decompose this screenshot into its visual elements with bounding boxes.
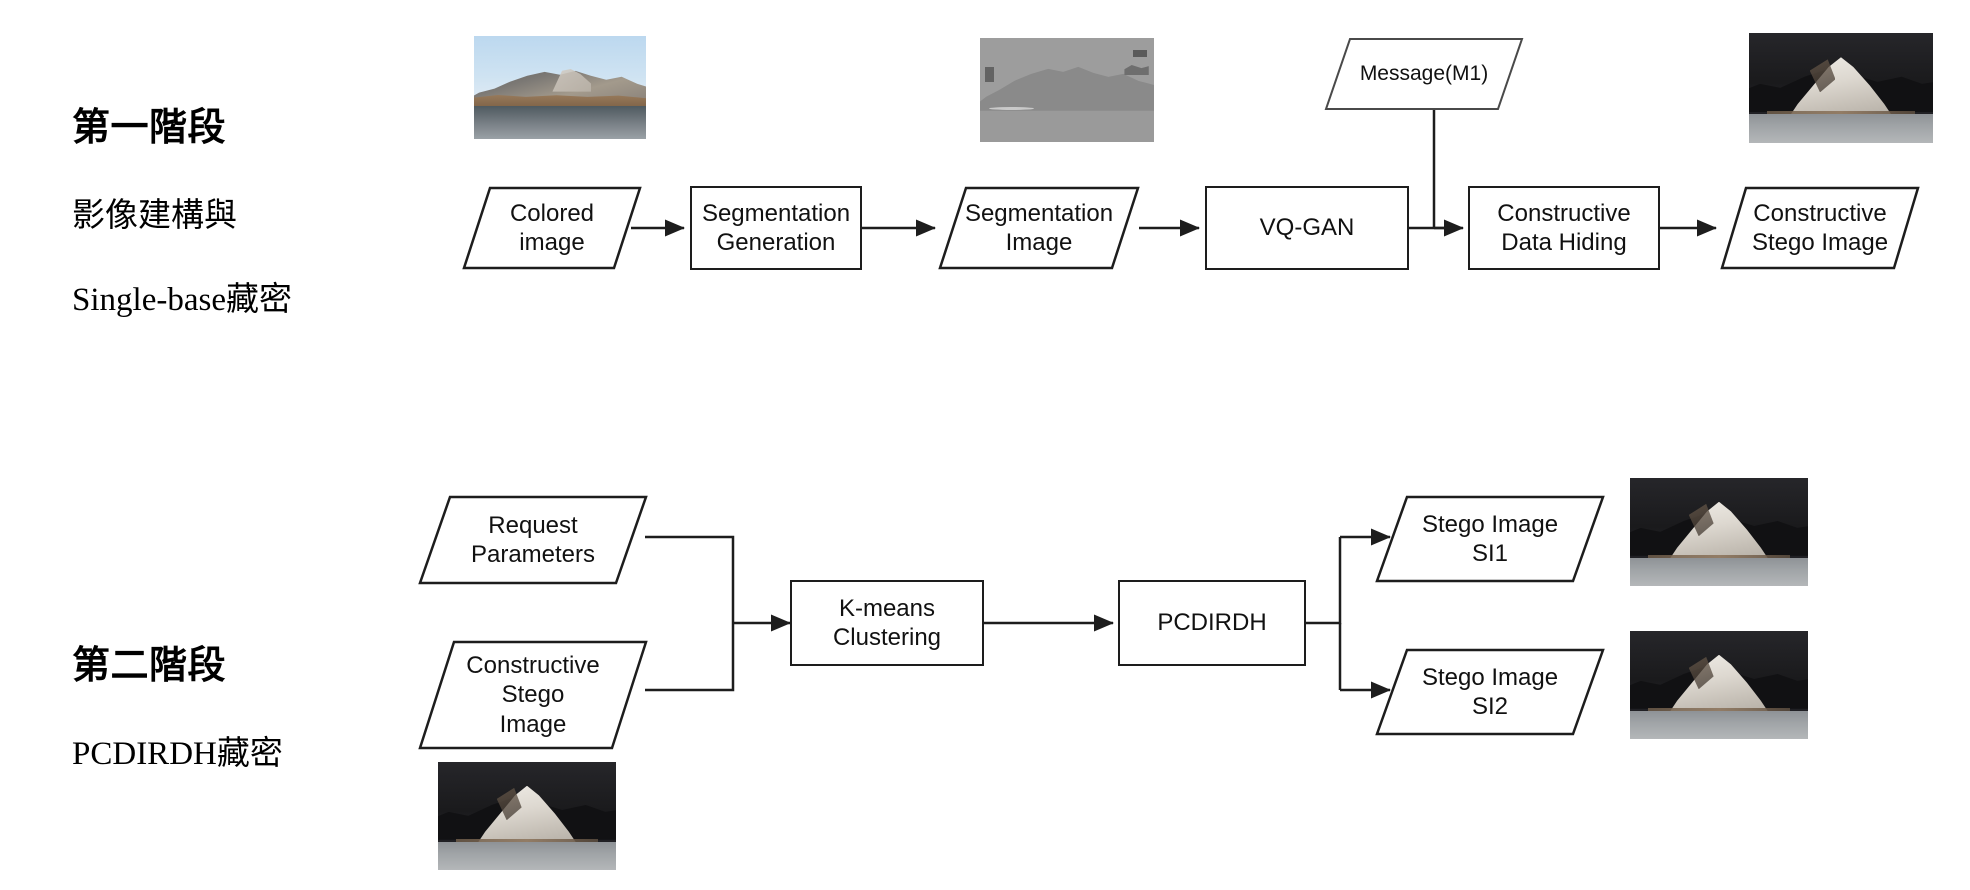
node-message-m1[interactable]: Message(M1) — [1324, 37, 1524, 111]
thumbnail-stego-image-si2 — [1630, 631, 1808, 739]
node-stego-image-si2[interactable]: Stego Image SI2 — [1375, 648, 1605, 736]
stage-1-label: 第一階段 影像建構與 Single-base藏密 — [72, 62, 292, 343]
connector-constructive-stego-to-bus — [645, 623, 735, 692]
parallelogram-shape — [418, 495, 648, 585]
node-pcdirdh[interactable]: PCDIRDH — [1118, 580, 1306, 666]
segmentation-light-streak — [988, 106, 1034, 110]
segmentation-dark-patch-right — [1124, 65, 1149, 76]
node-pcdirdh-label: PCDIRDH — [1157, 609, 1267, 637]
stage-1-label-line-3: Single-base藏密 — [72, 282, 292, 319]
node-constructive-stego-image-input[interactable]: Constructive Stego Image — [418, 640, 648, 750]
thumbnail-stage2-input-stego-image — [438, 762, 616, 870]
node-constructive-data-hiding-label: Constructive Data Hiding — [1497, 199, 1631, 256]
node-stego-image-si1[interactable]: Stego Image SI1 — [1375, 495, 1605, 583]
stego-lake — [438, 841, 616, 870]
stage-2-label: 第二階段 PCDIRDH藏密 — [72, 600, 283, 796]
node-segmentation-generation[interactable]: Segmentation Generation — [690, 186, 862, 270]
stego-lake — [1630, 710, 1808, 739]
stage-1-label-line-1: 第一階段 — [72, 106, 227, 149]
segmentation-water-region — [980, 110, 1154, 142]
connector-request-parameters-to-bus — [645, 535, 735, 623]
parallelogram-shape — [462, 186, 642, 270]
photo-water — [474, 106, 646, 139]
thumbnail-segmentation-image — [980, 38, 1154, 142]
parallelogram-shape — [1375, 495, 1605, 583]
thumbnail-colored-image — [474, 36, 646, 139]
segmentation-dark-patch-corner — [1133, 50, 1148, 57]
thumbnail-stego-image-si1 — [1630, 478, 1808, 586]
stage-2-label-line-1: 第二階段 — [72, 644, 227, 687]
segmentation-dark-patch-left — [985, 67, 994, 82]
node-kmeans-clustering-label: K-means Clustering — [832, 594, 942, 651]
node-constructive-data-hiding[interactable]: Constructive Data Hiding — [1468, 186, 1660, 270]
stage-1-label-line-2: 影像建構與 — [72, 197, 237, 234]
connector-pcdirdh-split-bus — [1306, 537, 1342, 625]
node-vq-gan[interactable]: VQ-GAN — [1205, 186, 1409, 270]
parallelogram-shape — [1720, 186, 1920, 270]
node-kmeans-clustering[interactable]: K-means Clustering — [790, 580, 984, 666]
node-vq-gan-label: VQ-GAN — [1259, 214, 1355, 242]
stego-lake — [1630, 557, 1808, 586]
node-colored-image[interactable]: Colored image — [462, 186, 642, 270]
node-request-parameters[interactable]: Request Parameters — [418, 495, 648, 585]
node-segmentation-image[interactable]: Segmentation Image — [938, 186, 1140, 270]
parallelogram-shape — [418, 640, 648, 750]
thumbnail-constructive-stego-image — [1749, 33, 1933, 143]
stage-2-label-line-2: PCDIRDH藏密 — [72, 735, 283, 772]
node-segmentation-generation-label: Segmentation Generation — [701, 199, 851, 256]
stego-lake — [1749, 114, 1933, 143]
parallelogram-shape — [938, 186, 1140, 270]
node-constructive-stego-image[interactable]: Constructive Stego Image — [1720, 186, 1920, 270]
parallelogram-shape — [1375, 648, 1605, 736]
parallelogram-shape — [1324, 38, 1524, 110]
